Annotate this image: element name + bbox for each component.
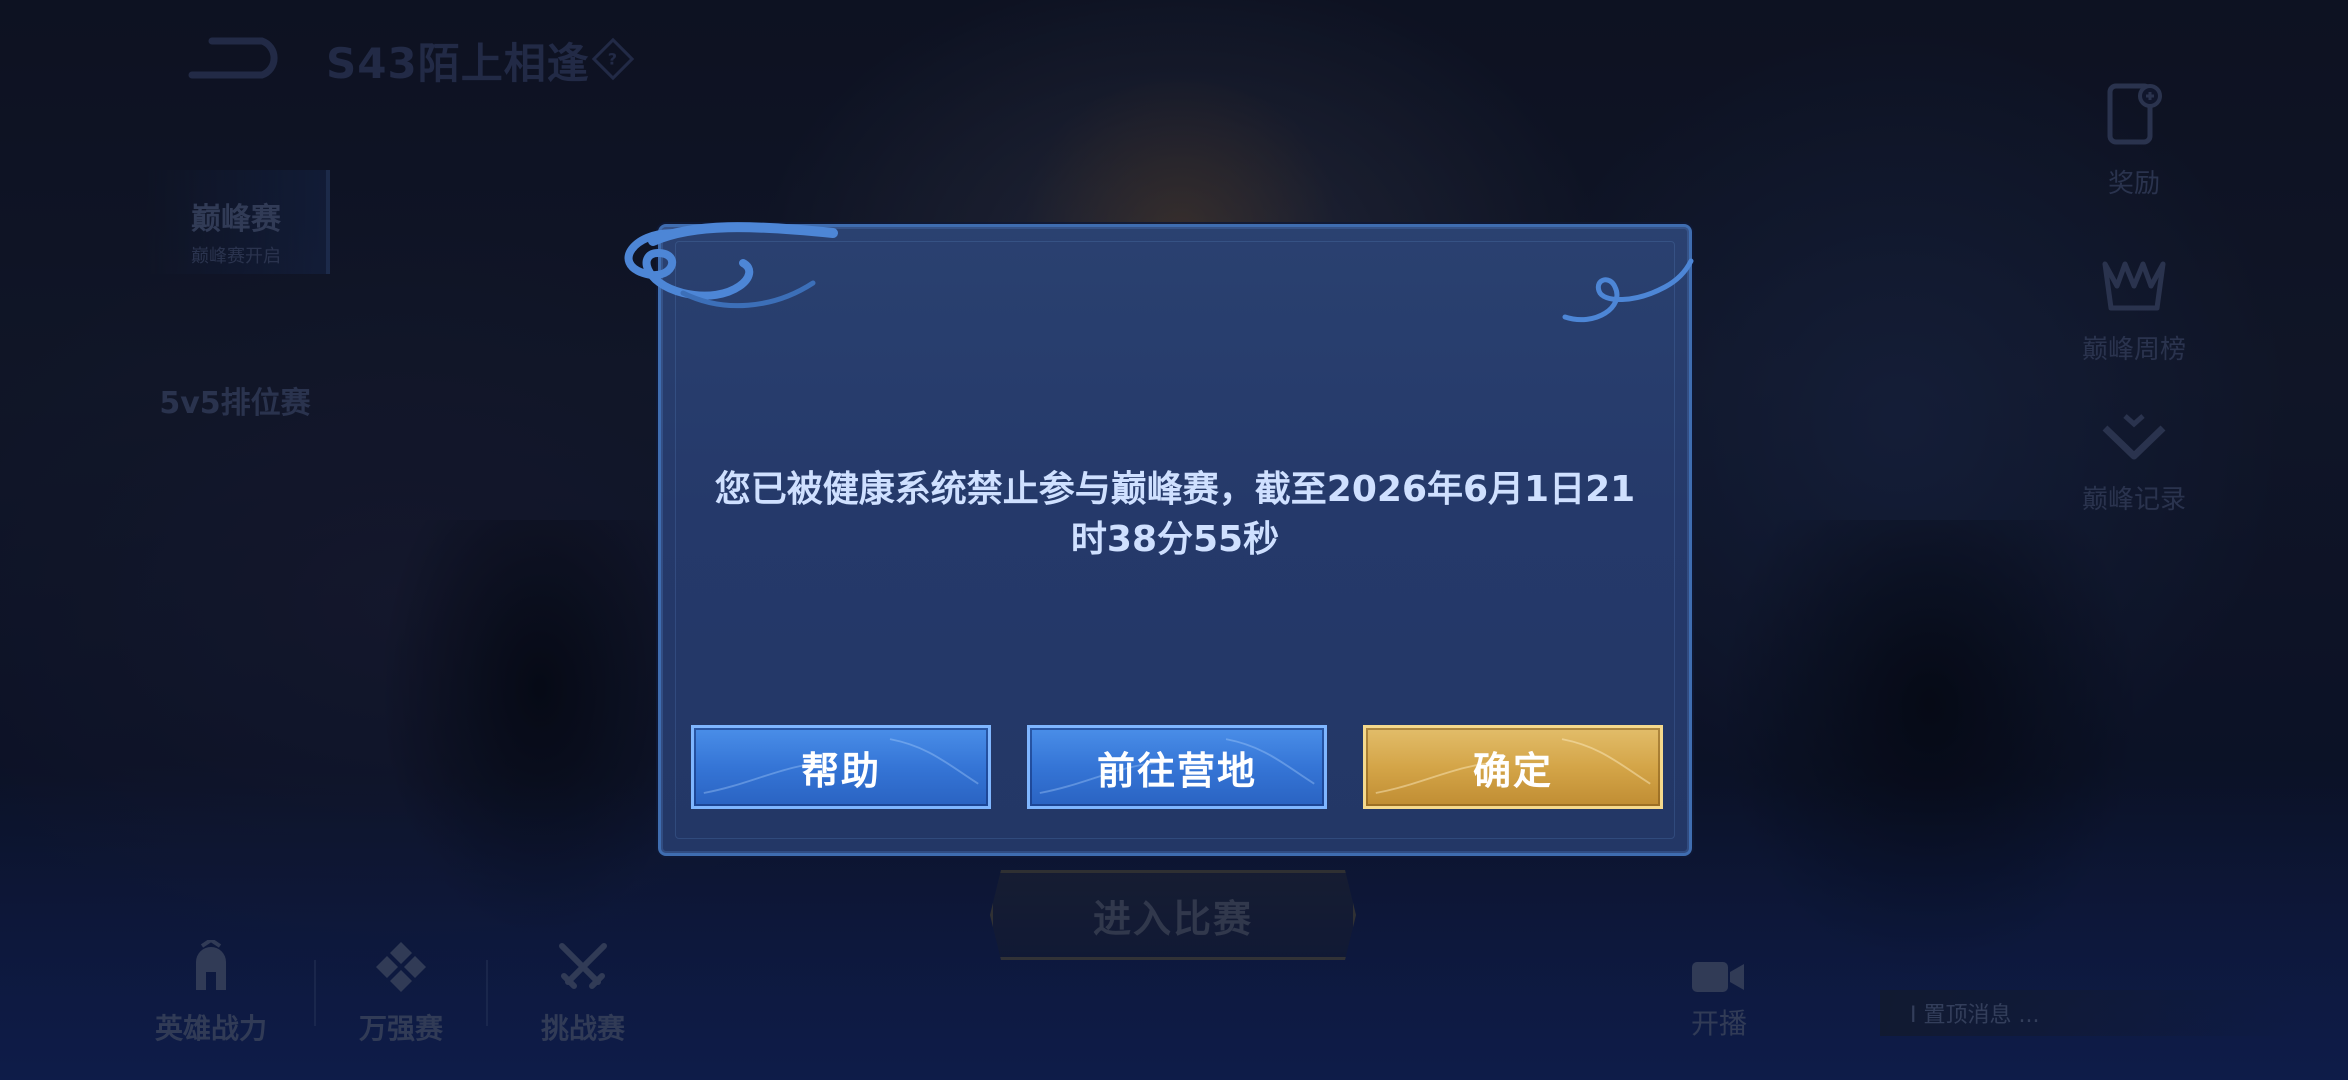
go-to-camp-label: 前往营地 — [1096, 748, 1257, 793]
swirl-ornament-left — [624, 222, 838, 309]
help-button-label: 帮助 — [800, 748, 881, 793]
confirm-button-label: 确定 — [1472, 748, 1553, 793]
confirm-button[interactable]: 确定 — [1363, 725, 1663, 809]
swirl-ornament-right — [1562, 258, 1694, 323]
dialog-message: 您已被健康系统禁止参与巅峰赛，截至2026年6月1日21时38分55秒 — [714, 469, 1636, 560]
game-screen: S43陌上相逢 ? 巅峰赛 巅峰赛开启 5v5排位赛 奖励 巅峰周榜 巅峰记录 … — [0, 0, 2348, 1080]
health-system-dialog: 您已被健康系统禁止参与巅峰赛，截至2026年6月1日21时38分55秒 帮助 前… — [624, 222, 1694, 856]
help-button[interactable]: 帮助 — [691, 725, 991, 809]
go-to-camp-button[interactable]: 前往营地 — [1027, 725, 1327, 809]
